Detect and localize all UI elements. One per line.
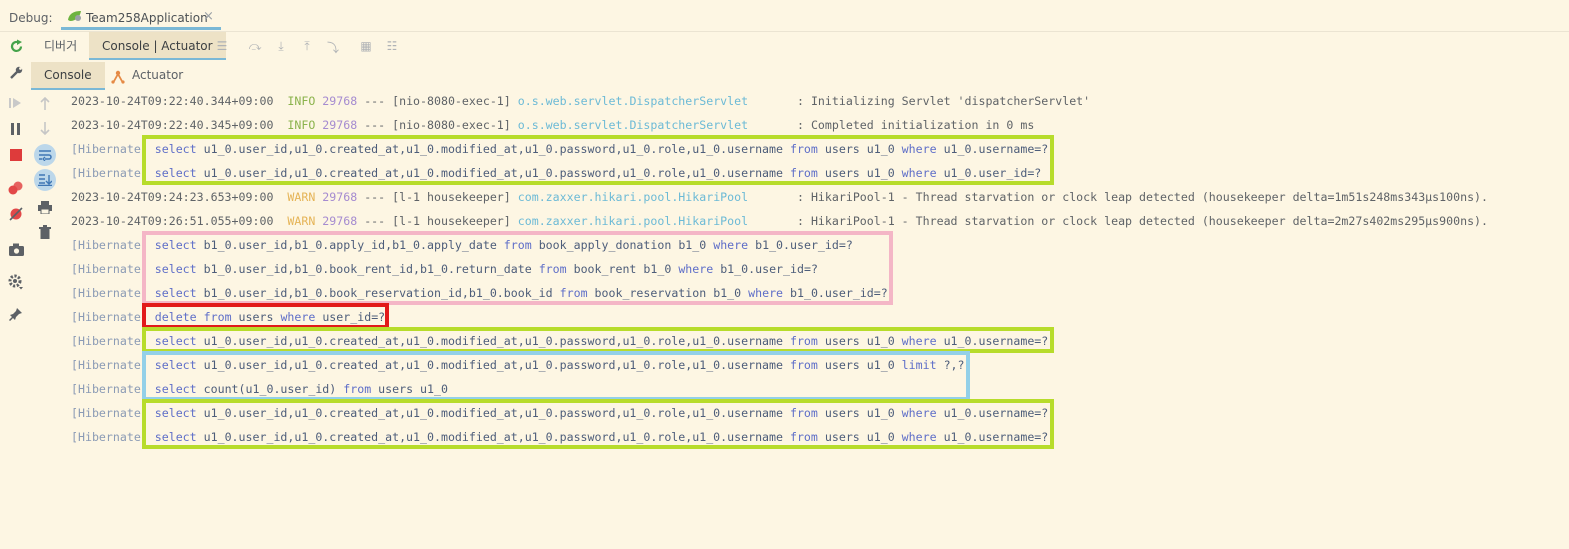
log-timestamp: 2023-10-24T09:26:51.055+09:00 (71, 214, 274, 228)
left-tool-strip (0, 32, 31, 549)
log-pid: 29768 (322, 118, 358, 132)
log-pid: 29768 (322, 190, 358, 204)
resume-icon[interactable] (7, 94, 25, 112)
highlight-box-blue (142, 351, 970, 401)
highlight-box-green (142, 135, 1054, 185)
log-level: WARN (287, 190, 316, 204)
log-logger: com.zaxxer.hikari.pool.HikariPool (517, 214, 749, 228)
stop-icon[interactable] (7, 146, 25, 164)
console-line: 2023-10-24T09:26:51.055+09:00 WARN 29768… (71, 211, 1488, 231)
actuator-label: Actuator (132, 68, 184, 82)
highlight-box-green (142, 327, 1054, 353)
step-over-icon[interactable]: ⤼ (247, 39, 263, 53)
log-timestamp: 2023-10-24T09:22:40.345+09:00 (71, 118, 274, 132)
soft-wrap-icon[interactable] (34, 144, 56, 166)
log-logger: o.s.web.servlet.DispatcherServlet (517, 94, 749, 108)
run-tab-label: Team258Application (86, 11, 208, 25)
log-thread: --- [l-1 housekeeper] (364, 190, 511, 204)
gear-icon[interactable] (7, 273, 25, 291)
debug-toolbar-header: Debug: Team258Application × (0, 0, 1569, 32)
log-message: : HikariPool-1 - Thread starvation or cl… (796, 214, 1489, 228)
up-arrow-icon[interactable] (36, 94, 54, 112)
log-pid: 29768 (322, 214, 358, 228)
down-arrow-icon[interactable] (36, 119, 54, 137)
menu-icon[interactable]: ☰ (214, 39, 230, 53)
tab-debugger[interactable]: 디버거 (31, 32, 90, 60)
highlight-box-pink (142, 231, 893, 305)
trace-icon[interactable]: ☷ (384, 39, 400, 53)
hibernate-tag: [Hibernate] (71, 310, 148, 324)
console-line: 2023-10-24T09:24:23.653+09:00 WARN 29768… (71, 187, 1488, 207)
run-configuration-tab[interactable]: Team258Application × (61, 0, 221, 30)
tab-console-actuator[interactable]: Console | Actuator (89, 32, 226, 60)
console-line: 2023-10-24T09:22:40.345+09:00 INFO 29768… (71, 115, 1034, 135)
view-breakpoints-icon[interactable] (7, 179, 25, 197)
log-level: INFO (287, 94, 316, 108)
print-icon[interactable] (36, 198, 54, 216)
pin-icon[interactable] (7, 305, 25, 323)
log-thread: --- [nio-8080-exec-1] (364, 94, 511, 108)
settings-wrench-icon[interactable] (7, 63, 25, 81)
tab-actuator[interactable]: Actuator (98, 62, 196, 90)
rerun-icon[interactable] (7, 37, 25, 55)
hibernate-tag: [Hibernate] (71, 238, 148, 252)
scroll-to-end-icon[interactable] (34, 169, 56, 191)
console-subtab-bar: Console Actuator (31, 62, 1569, 90)
log-logger: com.zaxxer.hikari.pool.HikariPool (517, 190, 749, 204)
camera-icon[interactable] (7, 240, 25, 258)
hibernate-tag: [Hibernate] (71, 430, 148, 444)
log-logger: o.s.web.servlet.DispatcherServlet (517, 118, 749, 132)
log-pid: 29768 (322, 94, 358, 108)
hibernate-tag: [Hibernate] (71, 142, 148, 156)
log-level: WARN (287, 214, 316, 228)
log-thread: --- [nio-8080-exec-1] (364, 118, 511, 132)
actuator-icon (111, 67, 125, 93)
log-level: INFO (287, 118, 316, 132)
hibernate-tag: [Hibernate] (71, 358, 148, 372)
step-out-icon[interactable]: ⤒ (299, 39, 315, 53)
console-side-tools (31, 90, 59, 350)
spring-leaf-icon (67, 10, 83, 25)
log-message: : Initializing Servlet 'dispatcherServle… (796, 94, 1091, 108)
pause-icon[interactable] (7, 120, 25, 138)
hibernate-tag: [Hibernate] (71, 406, 148, 420)
hibernate-tag: [Hibernate] (71, 166, 148, 180)
log-thread: --- [l-1 housekeeper] (364, 214, 511, 228)
trash-icon[interactable] (36, 223, 54, 241)
highlight-box-red (142, 303, 389, 329)
close-icon[interactable]: × (203, 9, 214, 24)
debug-tab-bar: 디버거 Console | Actuator ☰ ⤼ ⤓ ⤒ ⤵ ▦ ☷ (31, 32, 1569, 60)
mute-breakpoints-icon[interactable] (7, 205, 25, 223)
run-to-cursor-icon[interactable]: ⤵ (325, 39, 341, 55)
console-line: 2023-10-24T09:22:40.344+09:00 INFO 29768… (71, 91, 1090, 111)
evaluate-expression-icon[interactable]: ▦ (358, 39, 374, 53)
highlight-box-green (142, 399, 1054, 449)
tab-console[interactable]: Console (31, 62, 105, 90)
log-message: : Completed initialization in 0 ms (796, 118, 1035, 132)
hibernate-tag: [Hibernate] (71, 334, 148, 348)
hibernate-tag: [Hibernate] (71, 286, 148, 300)
log-message: : HikariPool-1 - Thread starvation or cl… (796, 190, 1489, 204)
hibernate-tag: [Hibernate] (71, 262, 148, 276)
debug-label: Debug: (9, 11, 53, 25)
step-into-icon[interactable]: ⤓ (273, 39, 289, 53)
log-timestamp: 2023-10-24T09:24:23.653+09:00 (71, 190, 274, 204)
hibernate-tag: [Hibernate] (71, 382, 148, 396)
log-timestamp: 2023-10-24T09:22:40.344+09:00 (71, 94, 274, 108)
